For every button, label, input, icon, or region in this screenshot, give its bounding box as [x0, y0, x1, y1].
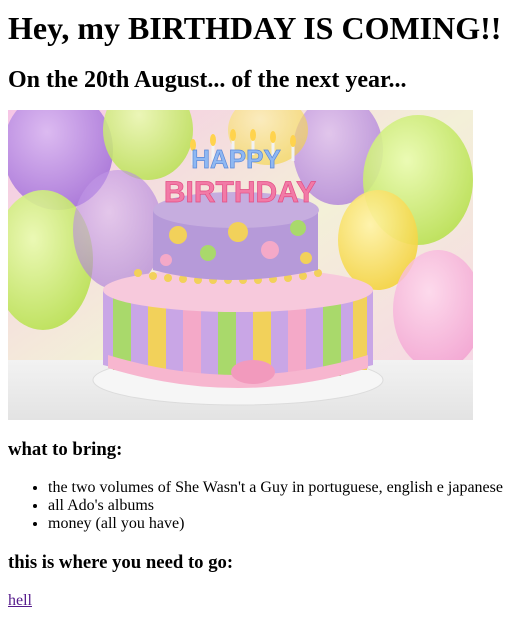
list-item: the two volumes of She Wasn't a Guy in p… [48, 479, 504, 497]
list-item: money (all you have) [48, 515, 504, 533]
location-link[interactable]: hell [8, 592, 32, 609]
location-paragraph: hell [8, 592, 504, 610]
list-item: all Ado's albums [48, 497, 504, 515]
page-title: Hey, my BIRTHDAY IS COMING!! [8, 10, 502, 46]
cake-text-birthday: BIRTHDAY [164, 176, 316, 209]
page: Hey, my BIRTHDAY IS COMING!! On the 20th… [0, 0, 512, 610]
cake-text-happy: HAPPY [191, 144, 281, 174]
page-subtitle: On the 20th August... of the next year..… [8, 67, 407, 93]
birthday-cake-image: HAPPY BIRTHDAY [8, 110, 473, 420]
bring-list: the two volumes of She Wasn't a Guy in p… [8, 479, 504, 533]
location-heading: this is where you need to go: [8, 552, 234, 573]
bring-heading: what to bring: [8, 439, 123, 460]
